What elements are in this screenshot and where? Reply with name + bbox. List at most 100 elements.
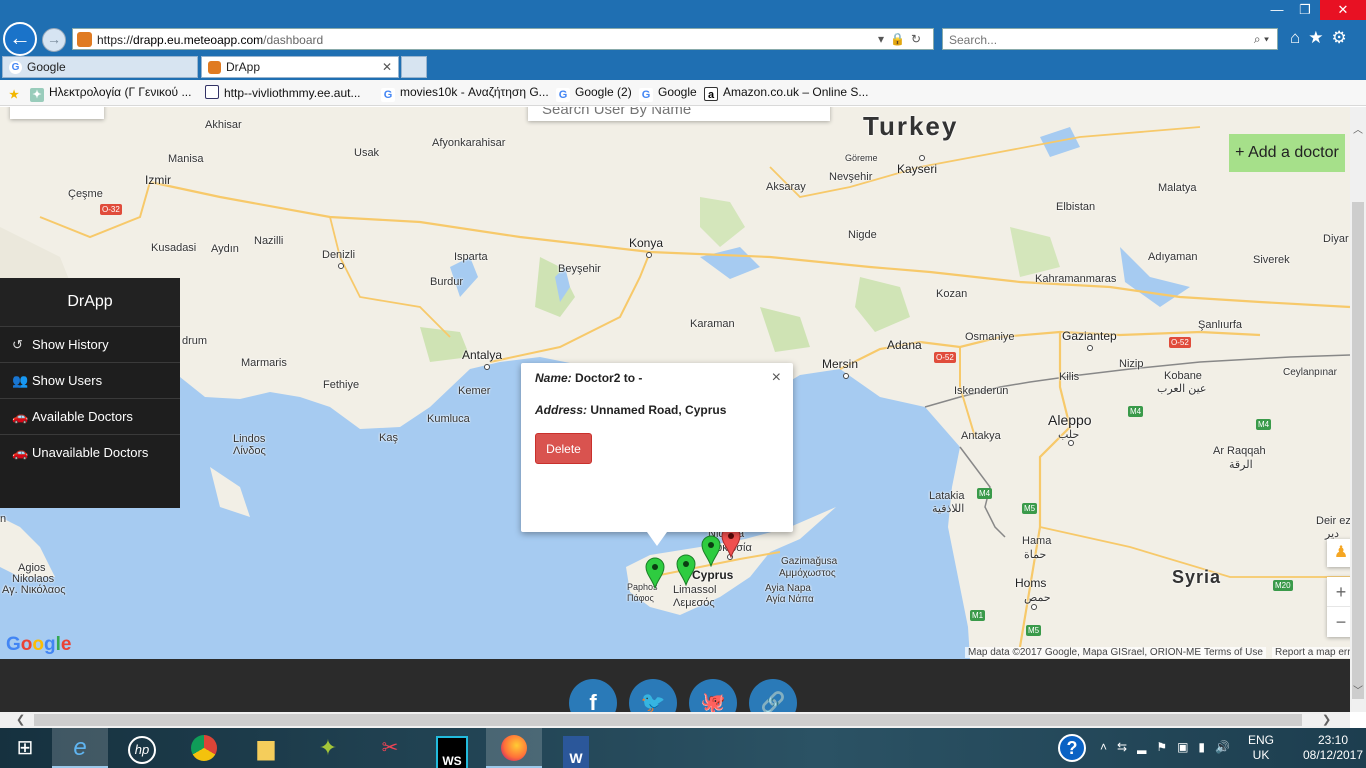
map-type-control[interactable] [10, 107, 104, 119]
facebook-icon[interactable]: f [569, 679, 617, 712]
system-tray-icons[interactable]: ˄⇆▂⚑▣▮🔊 [1100, 740, 1240, 754]
report-map-error-link[interactable]: Report a map erro [1272, 647, 1350, 658]
search-user-input[interactable] [528, 107, 830, 121]
zoom-out-button[interactable]: − [1327, 607, 1350, 637]
street-view-pegman-icon[interactable]: ♟ [1327, 539, 1350, 567]
refresh-icon[interactable]: ↻ [911, 32, 927, 46]
tab-google[interactable]: G Google [2, 56, 198, 78]
label-adana: Adana [887, 338, 922, 352]
chevron-up-icon[interactable]: ˄ [1100, 740, 1117, 754]
sidebar-item-show-users[interactable]: 👥 Show Users [0, 362, 180, 398]
windows-taskbar: ⊞ e hp ▆ ✦ ✂ WS W ? ˄⇆▂⚑▣▮🔊 ENG UK 23:10 0… [0, 728, 1366, 768]
signal-icon[interactable]: ▂ [1137, 740, 1156, 754]
horizontal-scrollbar[interactable]: ❮ ❯ [0, 712, 1350, 728]
label-nazilli: Nazilli [254, 235, 284, 247]
github-icon[interactable]: 🐙 [689, 679, 737, 712]
vertical-scrollbar[interactable]: ︿ ﹀ [1350, 107, 1366, 712]
delete-doctor-button[interactable]: Delete [535, 433, 592, 464]
scroll-up-arrow-icon[interactable]: ︿ [1353, 121, 1363, 136]
google-g-icon: G [639, 88, 653, 102]
gear-icon[interactable]: ⚙ [1332, 28, 1355, 47]
favorite-item[interactable]: a Amazon.co.uk – Online S... [704, 85, 868, 101]
close-icon[interactable]: × [772, 369, 781, 387]
sidebar-item-show-history[interactable]: ↺ Show History [0, 326, 180, 362]
dropdown-icon[interactable]: ▾ [878, 32, 890, 46]
vertical-scroll-thumb[interactable] [1352, 202, 1364, 699]
webstorm-icon[interactable]: WS [424, 728, 480, 768]
favorite-item[interactable]: Gmovies10k - Αναζήτηση G... [381, 85, 549, 102]
teamviewer-icon[interactable]: ⇆ [1117, 740, 1137, 754]
twitter-icon[interactable]: 🐦 [629, 679, 677, 712]
google-logo[interactable]: Google [6, 634, 71, 656]
snipping-tool-icon[interactable]: ✂ [362, 728, 418, 768]
volume-icon[interactable]: 🔊 [1215, 740, 1240, 754]
label-kas: Kaş [379, 432, 398, 444]
sidebar: DrApp ↺ Show History 👥 Show Users 🚗 Availab… [0, 278, 180, 508]
label-mersin: Mersin [822, 357, 859, 371]
zoom-in-button[interactable]: + [1327, 577, 1350, 607]
internet-explorer-icon[interactable]: e [52, 728, 108, 768]
help-icon[interactable]: ? [1052, 728, 1092, 768]
favorite-item[interactable]: G Google (2) [556, 85, 632, 102]
scroll-down-arrow-icon[interactable]: ﹀ [1353, 682, 1363, 697]
horizontal-scroll-thumb[interactable] [34, 714, 1302, 726]
home-icon[interactable]: ⌂ [1290, 28, 1308, 47]
doctor-marker-nicosia-green[interactable] [701, 535, 721, 567]
chrome-icon[interactable] [176, 728, 232, 768]
network-icon[interactable]: ▣ [1177, 740, 1198, 754]
close-tab-icon[interactable]: ✕ [382, 60, 392, 74]
forward-button[interactable]: → [42, 28, 66, 52]
sidebar-item-available-doctors[interactable]: 🚗 Available Doctors [0, 398, 180, 434]
browser-search-input[interactable] [943, 29, 1233, 51]
favorite-item[interactable]: G Google [639, 85, 697, 102]
flag-icon[interactable]: ⚑ [1156, 740, 1177, 754]
minimize-button[interactable]: — [1262, 0, 1292, 20]
road-shield: O-32 [100, 204, 122, 215]
favorite-item[interactable]: http--vivliothmmy.ee.aut... [205, 85, 361, 100]
scroll-left-arrow-icon[interactable]: ❮ [16, 713, 25, 726]
label-aleppo: Aleppo [1048, 412, 1092, 428]
close-window-button[interactable]: ✕ [1320, 0, 1366, 20]
favorite-item[interactable]: ✦ Ηλεκτρολογία (Γ Γενικού ... [30, 85, 191, 102]
doctor-marker-limassol[interactable] [676, 554, 696, 586]
android-studio-icon[interactable]: ✦ [300, 728, 356, 768]
back-button[interactable]: ← [3, 22, 37, 56]
address-bar[interactable]: https://drapp.eu.meteoapp.com/dashboard … [72, 28, 934, 50]
tab-drapp[interactable]: DrApp ✕ [201, 56, 399, 78]
label-kobane-arabic: عين العرب [1157, 383, 1207, 395]
language-indicator[interactable]: ENG UK [1248, 733, 1274, 763]
address-bar-icons[interactable]: ▾🔒↻ [878, 32, 927, 46]
browser-search-box[interactable]: ⌕ ▾ [942, 28, 1278, 51]
file-explorer-icon[interactable]: ▆ [238, 728, 294, 768]
taskbar-clock[interactable]: 23:10 08/12/2017 [1300, 733, 1366, 763]
label-lindos: Lindos [233, 433, 266, 445]
road-shield: M5 [1022, 503, 1038, 514]
battery-icon[interactable]: ▮ [1198, 740, 1215, 754]
favorites-star-add-icon[interactable]: ★ [6, 85, 27, 102]
label-latakia: Latakia [929, 490, 965, 502]
windows-start-icon[interactable]: ⊞ [0, 728, 50, 768]
google-map[interactable]: Turkey Syria Cyprus Akhisar Usak Afyonka… [0, 107, 1350, 659]
terms-of-use-link[interactable]: Terms of Use [1201, 647, 1266, 658]
label-nizip: Nizip [1119, 358, 1144, 370]
word-icon[interactable]: W [548, 728, 604, 768]
hp-icon[interactable]: hp [114, 728, 170, 768]
sidebar-item-unavailable-doctors[interactable]: 🚗 Unavailable Doctors [0, 434, 180, 470]
google-g-icon: G [9, 61, 22, 74]
sidebar-item-label: Available Doctors [32, 409, 133, 424]
label-limassol-greek: Λεμεσός [673, 597, 715, 609]
firefox-icon[interactable] [486, 728, 542, 768]
link-icon[interactable]: 🔗 [749, 679, 797, 712]
doctor-marker-paphos[interactable] [645, 557, 665, 589]
road-shield: M4 [1128, 406, 1144, 417]
label-edge-n: n [0, 513, 7, 525]
lock-icon[interactable]: 🔒 [890, 32, 911, 46]
new-tab-button[interactable] [401, 56, 427, 78]
search-icon[interactable]: ⌕ ▾ [1254, 32, 1269, 47]
favorites-bar: ★ ✦ Ηλεκτρολογία (Γ Γενικού ... http--viv… [0, 80, 1366, 106]
favorites-star-icon[interactable]: ★ [1308, 28, 1331, 47]
add-doctor-button[interactable]: + Add a doctor [1229, 134, 1345, 172]
scroll-right-arrow-icon[interactable]: ❯ [1322, 713, 1331, 726]
address-url[interactable]: https://drapp.eu.meteoapp.com/dashboard [97, 33, 323, 47]
restore-button[interactable]: ❐ [1290, 0, 1320, 20]
